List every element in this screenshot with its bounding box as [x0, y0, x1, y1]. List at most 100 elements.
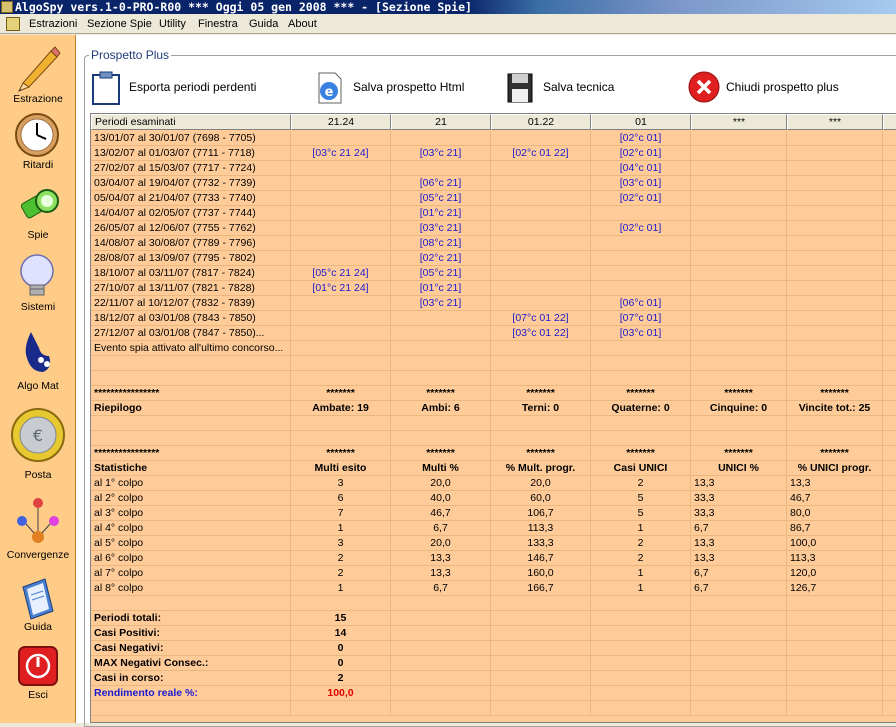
table-cell	[391, 626, 491, 641]
table-cell: 2	[291, 671, 391, 686]
column-header[interactable]: 01	[591, 114, 691, 130]
table-cell: 2	[591, 551, 691, 566]
table-cell: *******	[291, 386, 391, 401]
table-cell	[291, 131, 391, 146]
column-header[interactable]: 21	[391, 114, 491, 130]
save-html-label: Salva prospetto Html	[353, 80, 465, 94]
document-icon[interactable]	[6, 17, 20, 31]
svg-text:€: €	[33, 426, 43, 445]
table-cell: 2	[291, 566, 391, 581]
column-header[interactable]: ***	[691, 114, 787, 130]
menu-about[interactable]: About	[286, 14, 319, 34]
table-cell	[691, 671, 787, 686]
table-cell	[591, 701, 691, 716]
table-cell: 1	[291, 581, 391, 596]
data-grid[interactable]: Periodi esaminati 21.24 21 01.22 01 *** *** 13/…	[90, 113, 896, 723]
table-cell	[691, 416, 787, 431]
table-cell: 13,3	[691, 536, 787, 551]
sidebar-item-label: Estrazione	[13, 93, 63, 105]
table-cell: 13,3	[391, 566, 491, 581]
column-header[interactable]	[883, 114, 896, 130]
table-cell	[787, 701, 883, 716]
sidebar-item-label: Sistemi	[20, 301, 56, 313]
sidebar-item-label: Posta	[24, 469, 52, 481]
column-header[interactable]: 21.24	[291, 114, 391, 130]
table-cell	[291, 176, 391, 191]
table-cell: *******	[391, 446, 491, 461]
book-icon	[22, 578, 54, 620]
sidebar-item-algo-mat[interactable]: Algo Mat	[0, 328, 76, 394]
table-cell: [07°c 01 22]	[491, 311, 591, 326]
table-cell: 13,3	[691, 551, 787, 566]
table-cell: 46,7	[391, 506, 491, 521]
table-cell: 14	[291, 626, 391, 641]
table-cell: 14/08/07 al 30/08/07 (7789 - 7796)	[91, 236, 291, 251]
euro-coin-icon: €	[11, 408, 65, 462]
table-cell	[883, 641, 896, 656]
sidebar-item-posta[interactable]: € Posta	[0, 407, 76, 483]
table-cell	[691, 236, 787, 251]
menu-guida[interactable]: Guida	[247, 14, 280, 34]
table-cell	[591, 656, 691, 671]
table-cell: [03°c 21 24]	[291, 146, 391, 161]
table-cell	[391, 371, 491, 386]
menu-utility[interactable]: Utility	[157, 14, 188, 34]
table-cell	[491, 266, 591, 281]
clipboard-icon	[91, 71, 121, 105]
table-cell: *******	[787, 386, 883, 401]
table-cell	[591, 236, 691, 251]
table-cell: 33,3	[691, 506, 787, 521]
table-cell: % UNICI progr.	[787, 461, 883, 476]
menu-estrazioni[interactable]: Estrazioni	[27, 14, 79, 34]
table-cell	[391, 656, 491, 671]
table-cell	[491, 416, 591, 431]
table-cell	[591, 371, 691, 386]
table-cell: 05/04/07 al 21/04/07 (7733 - 7740)	[91, 191, 291, 206]
table-cell: al 7° colpo	[91, 566, 291, 581]
exit-icon	[18, 646, 58, 686]
html-file-icon: e	[315, 71, 345, 104]
column-header[interactable]: Periodi esaminati	[91, 114, 291, 130]
convergence-icon	[17, 498, 59, 543]
table-cell: 15	[291, 611, 391, 626]
table-cell	[787, 431, 883, 446]
table-cell: 13,3	[391, 551, 491, 566]
sidebar-item-convergenze[interactable]: Convergenze	[0, 495, 76, 561]
table-cell	[787, 326, 883, 341]
sidebar-item-esci[interactable]: Esci	[0, 643, 76, 705]
table-cell	[883, 491, 896, 506]
table-cell	[291, 341, 391, 356]
sidebar-item-guida[interactable]: Guida	[0, 575, 76, 637]
save-technique-button[interactable]: Salva tecnica	[505, 70, 614, 104]
export-losing-periods-button[interactable]: Esporta periodi perdenti	[91, 70, 256, 105]
table-cell	[591, 341, 691, 356]
table-cell	[491, 611, 591, 626]
sidebar-item-spie[interactable]: Spie	[0, 183, 76, 243]
table-cell: 20,0	[391, 476, 491, 491]
table-cell	[91, 701, 291, 716]
table-cell: [06°c 21]	[391, 176, 491, 191]
table-cell: 27/02/07 al 15/03/07 (7717 - 7724)	[91, 161, 291, 176]
sidebar-item-sistemi[interactable]: Sistemi	[0, 251, 76, 315]
column-header[interactable]: ***	[787, 114, 883, 130]
lottery-hand-icon	[25, 332, 51, 372]
sidebar-item-estrazione[interactable]: Estrazione	[0, 43, 76, 109]
table-cell: Statistiche	[91, 461, 291, 476]
save-html-button[interactable]: e Salva prospetto Html	[315, 70, 464, 104]
column-header[interactable]: 01.22	[491, 114, 591, 130]
table-cell: 20,0	[391, 536, 491, 551]
table-cell	[883, 431, 896, 446]
table-cell	[291, 431, 391, 446]
sidebar-item-ritardi[interactable]: Ritardi	[0, 111, 76, 173]
table-cell: al 5° colpo	[91, 536, 291, 551]
table-cell: [01°c 21]	[391, 206, 491, 221]
menu-finestra[interactable]: Finestra	[196, 14, 240, 34]
table-cell: 0	[291, 656, 391, 671]
table-cell	[691, 176, 787, 191]
app-icon	[1, 1, 13, 13]
close-prospect-button[interactable]: Chiudi prospetto plus	[688, 70, 839, 104]
table-cell: [03°c 21]	[391, 296, 491, 311]
menu-sezione-spie[interactable]: Sezione Spie	[85, 14, 154, 34]
table-cell	[391, 161, 491, 176]
table-cell: *******	[691, 446, 787, 461]
